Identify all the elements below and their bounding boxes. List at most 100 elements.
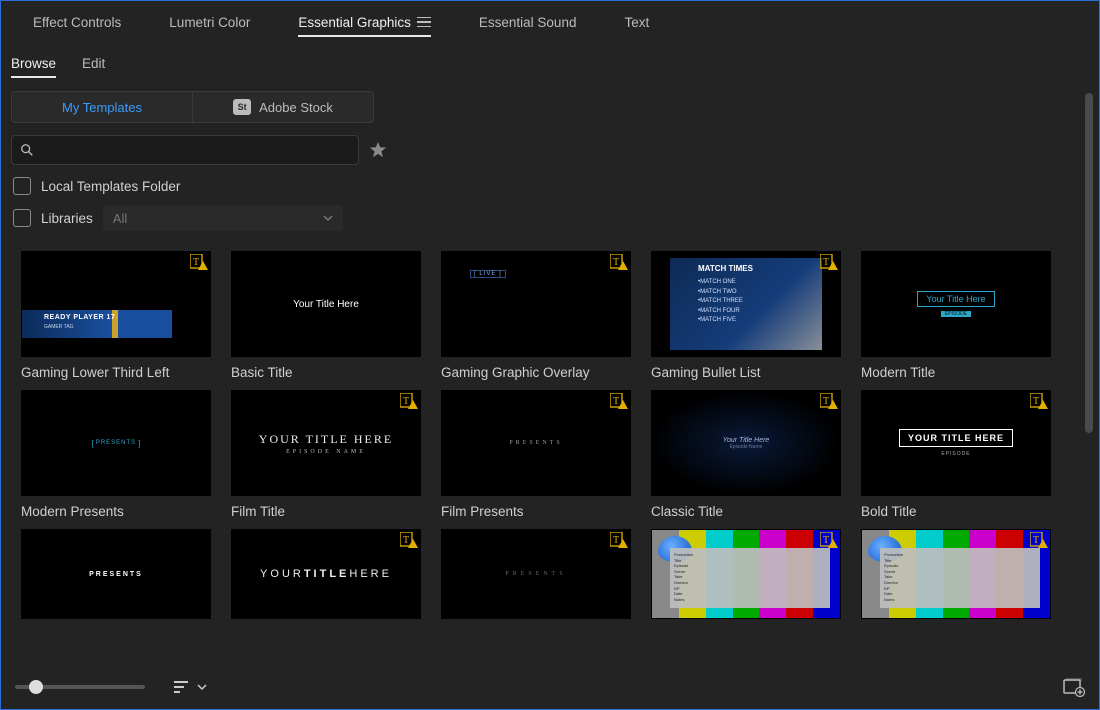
template-thumbnail[interactable]: ProductionTitleEpisodeSceneTakeDirectorD… [651, 529, 841, 619]
template-name: Modern Presents [21, 504, 211, 519]
template-card[interactable]: [ LIVE ] T Gaming Graphic Overlay [441, 251, 631, 380]
template-card[interactable]: PRESENTS T Film Presents 2 [441, 529, 631, 619]
missing-font-warning-icon: T [610, 393, 628, 409]
libraries-checkbox[interactable] [13, 209, 31, 227]
template-thumbnail[interactable]: PRESENTS T [441, 390, 631, 496]
tab-essential-graphics[interactable]: Essential Graphics [274, 1, 455, 43]
local-templates-row: Local Templates Folder [1, 171, 1099, 201]
template-thumbnail[interactable]: Your Title Here [231, 251, 421, 357]
missing-font-warning-icon: T [820, 393, 838, 409]
chevron-down-icon [323, 213, 333, 223]
search-input[interactable] [40, 142, 350, 159]
template-thumbnail[interactable]: YOUR TITLE HEREEPISODE NAME T [231, 390, 421, 496]
svg-text:T: T [1033, 535, 1039, 546]
svg-text:T: T [613, 257, 619, 268]
missing-font-warning-icon: T [820, 254, 838, 270]
templates-grid: READY PLAYER 17GAMER TAG T Gaming Lower … [1, 251, 1075, 619]
source-adobe-stock[interactable]: St Adobe Stock [192, 91, 374, 123]
libraries-label: Libraries [41, 211, 93, 226]
zoom-knob[interactable] [29, 680, 43, 694]
local-templates-checkbox[interactable] [13, 177, 31, 195]
zoom-track [15, 685, 145, 689]
template-name: Basic Title [231, 365, 421, 380]
missing-font-warning-icon: T [1030, 532, 1048, 548]
template-card[interactable]: YOUR TITLE HEREEPISODE T Bold Title [861, 390, 1051, 519]
template-card[interactable]: ProductionTitleEpisodeSceneTakeDirectorD… [861, 529, 1051, 619]
template-thumbnail[interactable]: Your Title HereEpisode Name T [651, 390, 841, 496]
svg-text:T: T [1033, 396, 1039, 407]
subtab-label: Edit [82, 56, 105, 71]
tab-essential-sound[interactable]: Essential Sound [455, 1, 601, 43]
search-box[interactable] [11, 135, 359, 165]
template-thumbnail[interactable]: READY PLAYER 17GAMER TAG T [21, 251, 211, 357]
source-my-templates[interactable]: My Templates [11, 91, 193, 123]
zoom-slider[interactable] [15, 685, 145, 689]
template-name: Gaming Graphic Overlay [441, 365, 631, 380]
sort-button[interactable] [173, 679, 207, 695]
template-card[interactable]: YOUR TITLE HEREEPISODE NAME T Film Title [231, 390, 421, 519]
template-name: Film Presents [441, 504, 631, 519]
template-name: Bold Title [861, 504, 1051, 519]
template-thumbnail[interactable]: ProductionTitleEpisodeSceneTakeDirectorD… [861, 529, 1051, 619]
template-card[interactable]: PRESENTS Modern Presents [21, 390, 211, 519]
template-card[interactable]: Your Title Here Basic Title [231, 251, 421, 380]
template-thumbnail[interactable]: MATCH TIMES•MATCH ONE•MATCH TWO•MATCH TH… [651, 251, 841, 357]
sort-icon [173, 679, 191, 695]
scroll-thumb[interactable] [1085, 93, 1093, 433]
seg-label: Adobe Stock [259, 100, 333, 115]
template-thumbnail[interactable]: PRESENTS [21, 529, 211, 619]
tab-label: Essential Sound [479, 15, 577, 30]
template-name: Gaming Bullet List [651, 365, 841, 380]
template-card[interactable]: PRESENTSBold Presents [21, 529, 211, 619]
seg-label: My Templates [62, 100, 142, 115]
tab-text[interactable]: Text [600, 1, 673, 43]
panel-menu-icon[interactable] [417, 17, 431, 28]
tab-label: Effect Controls [33, 15, 121, 30]
bottom-bar [1, 665, 1099, 709]
template-card[interactable]: Your Title HereEpisode Name T Classic Ti… [651, 390, 841, 519]
template-thumbnail[interactable]: [ LIVE ] T [441, 251, 631, 357]
new-item-button[interactable] [1063, 677, 1085, 697]
template-thumbnail[interactable]: YOUR TITLE HERE T [231, 529, 421, 619]
libraries-row: Libraries All [1, 201, 1099, 241]
svg-text:T: T [403, 396, 409, 407]
tab-lumetri-color[interactable]: Lumetri Color [145, 1, 274, 43]
tab-label: Essential Graphics [298, 15, 411, 30]
svg-text:T: T [613, 535, 619, 546]
template-card[interactable]: YOUR TITLE HERE T Bold Your Title [231, 529, 421, 619]
template-card[interactable]: ProductionTitleEpisodeSceneTakeDirectorD… [651, 529, 841, 619]
svg-text:T: T [403, 535, 409, 546]
missing-font-warning-icon: T [400, 393, 418, 409]
template-card[interactable]: MATCH TIMES•MATCH ONE•MATCH TWO•MATCH TH… [651, 251, 841, 380]
missing-font-warning-icon: T [610, 532, 628, 548]
svg-text:T: T [823, 535, 829, 546]
favorites-star-icon[interactable] [369, 141, 387, 159]
tab-label: Lumetri Color [169, 15, 250, 30]
template-thumbnail[interactable]: PRESENTS T [441, 529, 631, 619]
subtab-edit[interactable]: Edit [82, 56, 105, 77]
libraries-dropdown[interactable]: All [103, 205, 343, 231]
svg-text:T: T [193, 257, 199, 268]
subtab-browse[interactable]: Browse [11, 56, 56, 77]
template-thumbnail[interactable]: PRESENTS [21, 390, 211, 496]
templates-grid-wrap: READY PLAYER 17GAMER TAG T Gaming Lower … [1, 251, 1075, 661]
template-card[interactable]: READY PLAYER 17GAMER TAG T Gaming Lower … [21, 251, 211, 380]
template-thumbnail[interactable]: Your Title HereEPISODE [861, 251, 1051, 357]
chevron-down-icon [197, 682, 207, 692]
tab-label: Text [624, 15, 649, 30]
template-thumbnail[interactable]: YOUR TITLE HEREEPISODE T [861, 390, 1051, 496]
missing-font-warning-icon: T [820, 532, 838, 548]
template-name: Classic Title [651, 504, 841, 519]
template-card[interactable]: Your Title HereEPISODE Modern Title [861, 251, 1051, 380]
dropdown-value: All [113, 211, 127, 226]
search-icon [20, 143, 34, 157]
missing-font-warning-icon: T [190, 254, 208, 270]
template-name: Modern Title [861, 365, 1051, 380]
tab-effect-controls[interactable]: Effect Controls [9, 1, 145, 43]
missing-font-warning-icon: T [610, 254, 628, 270]
vertical-scrollbar[interactable] [1083, 93, 1093, 689]
panel-subtabs: Browse Edit [1, 43, 1099, 83]
template-card[interactable]: PRESENTS T Film Presents [441, 390, 631, 519]
essential-graphics-panel: Effect Controls Lumetri Color Essential … [0, 0, 1100, 710]
svg-text:T: T [613, 396, 619, 407]
